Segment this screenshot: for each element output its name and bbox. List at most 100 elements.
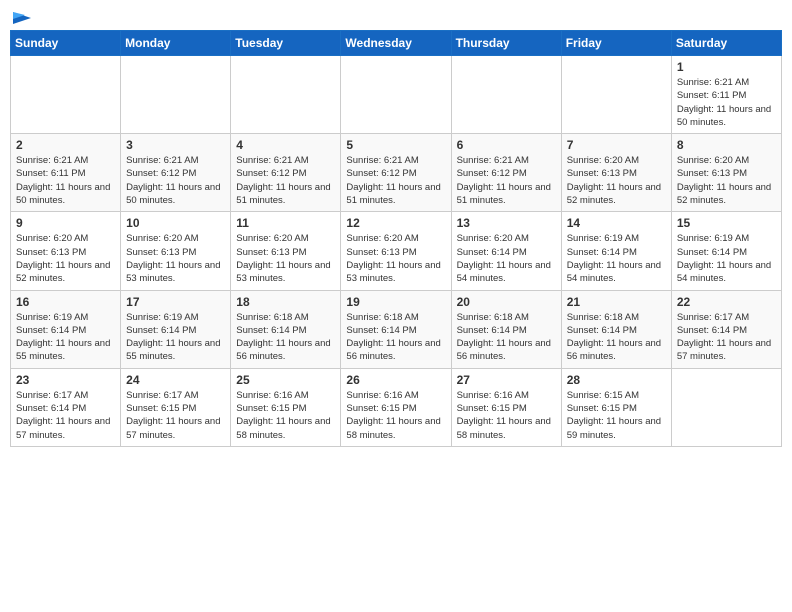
day-number: 15: [677, 216, 776, 230]
day-number: 11: [236, 216, 335, 230]
day-number: 3: [126, 138, 225, 152]
day-info: Sunrise: 6:20 AM Sunset: 6:13 PM Dayligh…: [346, 232, 445, 285]
day-number: 24: [126, 373, 225, 387]
day-number: 12: [346, 216, 445, 230]
calendar-day-empty: [121, 56, 231, 134]
calendar-day-23: 23 Sunrise: 6:17 AM Sunset: 6:14 PM Dayli…: [11, 368, 121, 446]
col-header-thursday: Thursday: [451, 31, 561, 56]
calendar-day-13: 13 Sunrise: 6:20 AM Sunset: 6:14 PM Dayli…: [451, 212, 561, 290]
day-number: 27: [457, 373, 556, 387]
col-header-tuesday: Tuesday: [231, 31, 341, 56]
calendar-day-empty: [451, 56, 561, 134]
calendar-day-2: 2 Sunrise: 6:21 AM Sunset: 6:11 PM Daylig…: [11, 134, 121, 212]
calendar-day-16: 16 Sunrise: 6:19 AM Sunset: 6:14 PM Dayli…: [11, 290, 121, 368]
calendar-day-9: 9 Sunrise: 6:20 AM Sunset: 6:13 PM Daylig…: [11, 212, 121, 290]
day-info: Sunrise: 6:21 AM Sunset: 6:12 PM Dayligh…: [236, 154, 335, 207]
day-info: Sunrise: 6:19 AM Sunset: 6:14 PM Dayligh…: [16, 311, 115, 364]
calendar-day-15: 15Sunrise: 6:19 AM Sunset: 6:14 PM Dayli…: [671, 212, 781, 290]
day-info: Sunrise: 6:21 AM Sunset: 6:11 PM Dayligh…: [677, 76, 776, 129]
day-info: Sunrise: 6:18 AM Sunset: 6:14 PM Dayligh…: [567, 311, 666, 364]
day-number: 26: [346, 373, 445, 387]
calendar-day-24: 24 Sunrise: 6:17 AM Sunset: 6:15 PM Dayli…: [121, 368, 231, 446]
day-info: Sunrise: 6:18 AM Sunset: 6:14 PM Dayligh…: [236, 311, 335, 364]
col-header-sunday: Sunday: [11, 31, 121, 56]
col-header-monday: Monday: [121, 31, 231, 56]
day-info: Sunrise: 6:20 AM Sunset: 6:13 PM Dayligh…: [16, 232, 115, 285]
calendar-day-17: 17 Sunrise: 6:19 AM Sunset: 6:14 PM Dayli…: [121, 290, 231, 368]
day-info: Sunrise: 6:18 AM Sunset: 6:14 PM Dayligh…: [346, 311, 445, 364]
calendar-day-28: 28 Sunrise: 6:15 AM Sunset: 6:15 PM Dayli…: [561, 368, 671, 446]
day-info: Sunrise: 6:19 AM Sunset: 6:14 PM Dayligh…: [126, 311, 225, 364]
day-number: 25: [236, 373, 335, 387]
day-info: Sunrise: 6:20 AM Sunset: 6:13 PM Dayligh…: [677, 154, 776, 207]
day-info: Sunrise: 6:16 AM Sunset: 6:15 PM Dayligh…: [457, 389, 556, 442]
day-info: Sunrise: 6:21 AM Sunset: 6:12 PM Dayligh…: [457, 154, 556, 207]
day-number: 2: [16, 138, 115, 152]
day-number: 8: [677, 138, 776, 152]
calendar-day-empty: [11, 56, 121, 134]
calendar-header-row: SundayMondayTuesdayWednesdayThursdayFrid…: [11, 31, 782, 56]
day-info: Sunrise: 6:20 AM Sunset: 6:13 PM Dayligh…: [236, 232, 335, 285]
day-info: Sunrise: 6:21 AM Sunset: 6:12 PM Dayligh…: [126, 154, 225, 207]
calendar-day-7: 7Sunrise: 6:20 AM Sunset: 6:13 PM Daylig…: [561, 134, 671, 212]
day-info: Sunrise: 6:20 AM Sunset: 6:14 PM Dayligh…: [457, 232, 556, 285]
calendar-day-1: 1 Sunrise: 6:21 AM Sunset: 6:11 PM Daylig…: [671, 56, 781, 134]
day-info: Sunrise: 6:17 AM Sunset: 6:14 PM Dayligh…: [677, 311, 776, 364]
calendar-day-18: 18 Sunrise: 6:18 AM Sunset: 6:14 PM Dayli…: [231, 290, 341, 368]
day-number: 7: [567, 138, 666, 152]
col-header-friday: Friday: [561, 31, 671, 56]
day-info: Sunrise: 6:21 AM Sunset: 6:11 PM Dayligh…: [16, 154, 115, 207]
calendar-week-row: 16 Sunrise: 6:19 AM Sunset: 6:14 PM Dayli…: [11, 290, 782, 368]
day-info: Sunrise: 6:20 AM Sunset: 6:13 PM Dayligh…: [126, 232, 225, 285]
day-number: 20: [457, 295, 556, 309]
col-header-saturday: Saturday: [671, 31, 781, 56]
calendar-day-5: 5 Sunrise: 6:21 AM Sunset: 6:12 PM Daylig…: [341, 134, 451, 212]
day-number: 22: [677, 295, 776, 309]
day-number: 4: [236, 138, 335, 152]
calendar-day-10: 10 Sunrise: 6:20 AM Sunset: 6:13 PM Dayli…: [121, 212, 231, 290]
day-info: Sunrise: 6:17 AM Sunset: 6:14 PM Dayligh…: [16, 389, 115, 442]
col-header-wednesday: Wednesday: [341, 31, 451, 56]
day-number: 13: [457, 216, 556, 230]
calendar-day-8: 8 Sunrise: 6:20 AM Sunset: 6:13 PM Daylig…: [671, 134, 781, 212]
day-info: Sunrise: 6:19 AM Sunset: 6:14 PM Dayligh…: [567, 232, 666, 285]
day-info: Sunrise: 6:17 AM Sunset: 6:15 PM Dayligh…: [126, 389, 225, 442]
day-number: 6: [457, 138, 556, 152]
day-number: 23: [16, 373, 115, 387]
calendar-day-3: 3 Sunrise: 6:21 AM Sunset: 6:12 PM Daylig…: [121, 134, 231, 212]
day-number: 19: [346, 295, 445, 309]
day-number: 18: [236, 295, 335, 309]
calendar-day-21: 21 Sunrise: 6:18 AM Sunset: 6:14 PM Dayli…: [561, 290, 671, 368]
day-info: Sunrise: 6:15 AM Sunset: 6:15 PM Dayligh…: [567, 389, 666, 442]
day-number: 9: [16, 216, 115, 230]
calendar-day-empty: [231, 56, 341, 134]
calendar-day-14: 14Sunrise: 6:19 AM Sunset: 6:14 PM Dayli…: [561, 212, 671, 290]
calendar-day-6: 6 Sunrise: 6:21 AM Sunset: 6:12 PM Daylig…: [451, 134, 561, 212]
calendar-day-22: 22 Sunrise: 6:17 AM Sunset: 6:14 PM Dayli…: [671, 290, 781, 368]
calendar-day-19: 19 Sunrise: 6:18 AM Sunset: 6:14 PM Dayli…: [341, 290, 451, 368]
day-info: Sunrise: 6:21 AM Sunset: 6:12 PM Dayligh…: [346, 154, 445, 207]
day-number: 17: [126, 295, 225, 309]
day-info: Sunrise: 6:16 AM Sunset: 6:15 PM Dayligh…: [346, 389, 445, 442]
day-info: Sunrise: 6:18 AM Sunset: 6:14 PM Dayligh…: [457, 311, 556, 364]
calendar-day-26: 26 Sunrise: 6:16 AM Sunset: 6:15 PM Dayli…: [341, 368, 451, 446]
day-number: 16: [16, 295, 115, 309]
calendar-week-row: 23 Sunrise: 6:17 AM Sunset: 6:14 PM Dayli…: [11, 368, 782, 446]
logo: [10, 10, 33, 24]
day-number: 21: [567, 295, 666, 309]
page-header: [10, 10, 782, 24]
calendar-day-4: 4 Sunrise: 6:21 AM Sunset: 6:12 PM Daylig…: [231, 134, 341, 212]
day-number: 5: [346, 138, 445, 152]
day-number: 1: [677, 60, 776, 74]
calendar-day-empty: [561, 56, 671, 134]
calendar-day-20: 20 Sunrise: 6:18 AM Sunset: 6:14 PM Dayli…: [451, 290, 561, 368]
calendar-day-27: 27 Sunrise: 6:16 AM Sunset: 6:15 PM Dayli…: [451, 368, 561, 446]
calendar-day-empty: [341, 56, 451, 134]
calendar-day-12: 12 Sunrise: 6:20 AM Sunset: 6:13 PM Dayli…: [341, 212, 451, 290]
day-number: 28: [567, 373, 666, 387]
day-number: 10: [126, 216, 225, 230]
calendar-day-empty: [671, 368, 781, 446]
calendar-week-row: 1 Sunrise: 6:21 AM Sunset: 6:11 PM Daylig…: [11, 56, 782, 134]
calendar-table: SundayMondayTuesdayWednesdayThursdayFrid…: [10, 30, 782, 447]
day-info: Sunrise: 6:16 AM Sunset: 6:15 PM Dayligh…: [236, 389, 335, 442]
